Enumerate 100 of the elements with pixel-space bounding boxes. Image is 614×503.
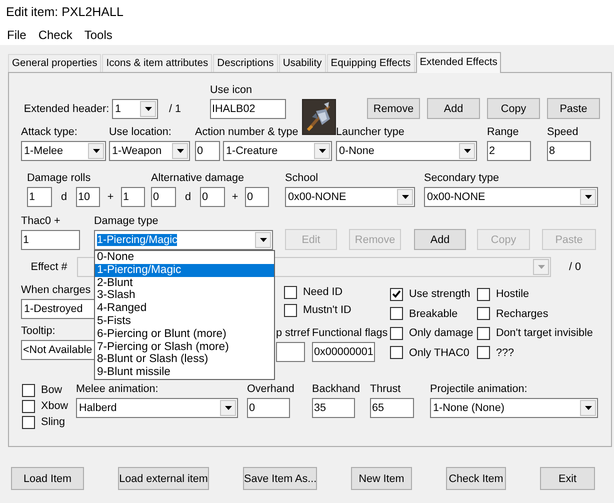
field-label: Speed [547, 125, 578, 139]
push-button[interactable]: Add [414, 229, 466, 250]
list-option[interactable]: 2-Blunt [95, 276, 274, 290]
text-field[interactable] [276, 342, 305, 362]
text-field[interactable]: 0 [200, 187, 225, 207]
checkbox[interactable] [390, 326, 403, 340]
text-field[interactable]: IHALB02 [210, 99, 286, 119]
list-option[interactable]: 6-Piercing or Blunt (more) [95, 328, 274, 341]
menu-item[interactable]: Check [32, 28, 78, 42]
checkbox[interactable] [390, 307, 403, 320]
checkbox[interactable] [477, 288, 490, 300]
dropdown[interactable]: 1 [112, 99, 158, 119]
text-field[interactable]: 1 [21, 230, 80, 250]
checkbox[interactable] [22, 384, 35, 396]
tab[interactable]: Descriptions [213, 54, 278, 72]
checkbox-label: Only damage [409, 326, 474, 340]
field-label: Damage rolls [27, 171, 91, 185]
field-label: School [285, 171, 318, 185]
checkbox-label: Xbow [41, 399, 68, 413]
text-field[interactable]: 2 [487, 141, 531, 161]
push-button[interactable]: Paste [547, 98, 600, 119]
label-text: Extended header: [24, 102, 110, 117]
push-button[interactable]: Save Item As... [243, 467, 317, 490]
checkbox-label: Breakable [409, 306, 458, 320]
push-button[interactable]: Copy [487, 98, 540, 119]
caret-icon [140, 101, 156, 117]
label-text: d [184, 190, 191, 205]
dropdown[interactable]: 1-Melee [21, 141, 106, 161]
field-label: Backhand [312, 382, 360, 396]
tab[interactable]: Icons & item attributes [102, 54, 212, 72]
checkbox[interactable] [390, 288, 403, 300]
dropdown[interactable]: 1-Weapon [109, 141, 190, 161]
checkbox-label: Bow [41, 383, 62, 397]
checkbox-label: Mustn't ID [303, 303, 352, 317]
checkbox-label: Recharges [496, 306, 548, 320]
caret-icon [88, 143, 104, 159]
dropdown[interactable]: 1-None (None) [430, 398, 598, 418]
text-field[interactable]: 0 [195, 141, 220, 161]
menu-item[interactable]: Tools [78, 28, 118, 42]
label-text: Effect # [30, 260, 68, 275]
checkbox-label: Need ID [303, 285, 343, 299]
field-label: Melee animation: [76, 382, 158, 396]
push-button[interactable]: New Item [351, 467, 412, 490]
dropdown[interactable]: 0x00-NONE [424, 187, 598, 207]
tab[interactable]: Equipping Effects [326, 54, 415, 72]
text-field[interactable]: 0x00000001 [312, 342, 375, 362]
list-option[interactable]: 4-Ranged [95, 302, 274, 315]
tab[interactable]: Usability [278, 54, 326, 72]
text-field[interactable]: 0 [151, 187, 176, 207]
tab[interactable]: Extended Effects [416, 52, 502, 73]
push-button[interactable]: Remove [367, 98, 420, 119]
text-field[interactable]: 0 [245, 187, 269, 207]
list-option[interactable]: 9-Blunt missile [95, 366, 274, 379]
field-label: Action number & type [195, 125, 298, 139]
field-label: Use location: [109, 125, 172, 139]
caret-icon [255, 232, 271, 248]
push-button[interactable]: Load external item [118, 467, 209, 490]
label-text: + [232, 190, 238, 205]
text-field[interactable]: 10 [76, 187, 100, 207]
field-label: Functional flags [312, 326, 388, 340]
text-field[interactable]: 1 [27, 187, 52, 207]
list-option[interactable]: 8-Blunt or Slash (less) [95, 353, 274, 366]
caret-icon [397, 189, 413, 205]
list-option[interactable]: 0-None [95, 251, 274, 264]
list-option[interactable]: 7-Piercing or Slash (more) [95, 340, 274, 354]
list-option[interactable]: 5-Fists [95, 314, 274, 328]
dropdown[interactable]: 0-None [336, 141, 477, 161]
text-field[interactable]: 8 [547, 141, 591, 161]
text-field[interactable]: 65 [370, 398, 414, 418]
dropdown[interactable]: 1-Piercing/Magic [94, 230, 273, 250]
checkbox[interactable] [390, 346, 403, 359]
checkbox[interactable] [22, 400, 35, 412]
push-button[interactable]: Load Item [11, 467, 84, 490]
checkbox[interactable] [477, 307, 490, 320]
checkbox[interactable] [477, 346, 490, 359]
caret-icon [314, 143, 330, 159]
dropdown[interactable]: Halberd [76, 398, 238, 418]
text-field[interactable]: 0 [247, 398, 290, 418]
list-option[interactable]: 1-Piercing/Magic [95, 264, 274, 277]
push-button[interactable]: Check Item [446, 467, 506, 490]
text-field[interactable]: 35 [312, 398, 355, 418]
caret-icon [172, 143, 188, 159]
text-field[interactable]: 1 [121, 187, 145, 207]
checkbox-label: Hostile [496, 287, 530, 301]
caret-icon [459, 143, 475, 159]
checkbox[interactable] [284, 286, 297, 298]
dropdown[interactable]: 1-Creature [223, 141, 332, 161]
field-label: When charges [21, 283, 91, 297]
list-option[interactable]: 3-Slash [95, 289, 274, 302]
checkbox-label: Don't target invisible [496, 326, 593, 340]
field-label: Range [487, 125, 519, 139]
checkbox[interactable] [477, 326, 490, 340]
dropdown[interactable]: 0x00-NONE [285, 187, 415, 207]
window-title: Edit item: PXL2HALL [0, 0, 614, 24]
push-button[interactable]: Exit [540, 467, 595, 490]
menu-item[interactable]: File [1, 28, 32, 42]
tab[interactable]: General properties [8, 54, 102, 72]
checkbox[interactable] [284, 304, 297, 316]
push-button[interactable]: Add [427, 98, 480, 119]
checkbox[interactable] [22, 416, 35, 428]
